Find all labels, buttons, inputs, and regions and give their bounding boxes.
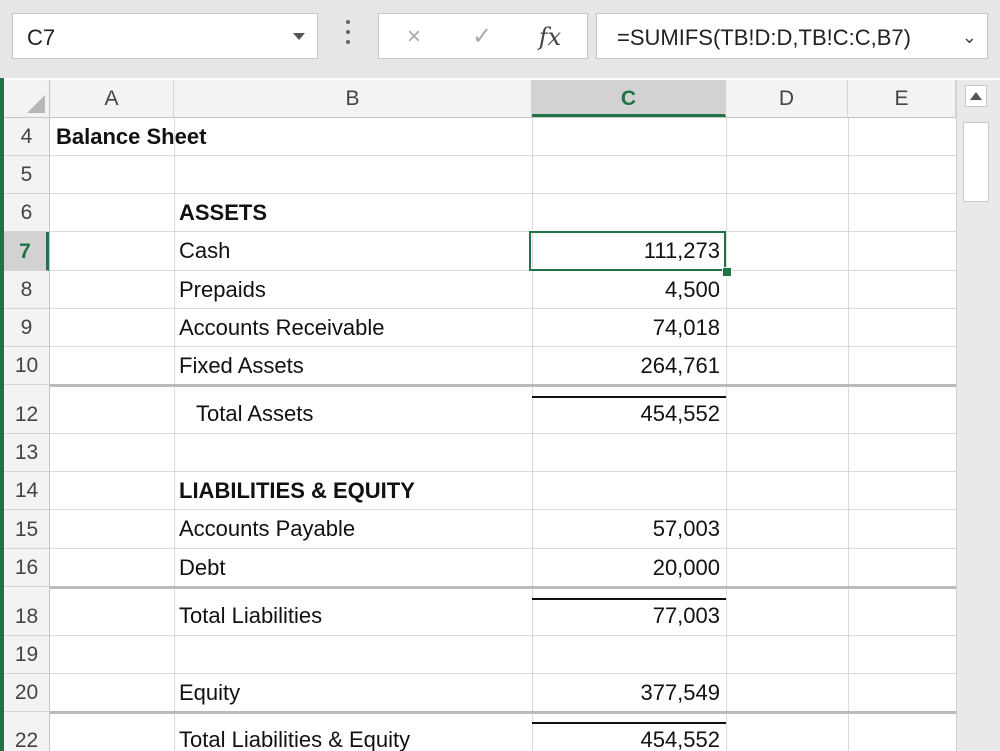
- row-header[interactable]: 14: [4, 472, 49, 510]
- row-header[interactable]: 18: [4, 597, 49, 636]
- cell-b-text: Total Assets: [196, 401, 314, 426]
- scroll-up-icon: [970, 92, 982, 100]
- fill-handle[interactable]: [722, 267, 732, 277]
- row-headers: 4 5 6 7 8 9 10 12 13 14 15 16 18 19 20 22: [4, 118, 50, 751]
- cell-b-text: Total Liabilities: [179, 603, 323, 628]
- row-header[interactable]: 5: [4, 156, 49, 194]
- row-header[interactable]: 9: [4, 309, 49, 347]
- column-header-c[interactable]: C: [532, 80, 726, 117]
- formula-bar-area: C7 × ✓ fx =SUMIFS(TB!D:D,TB!C:C,B7) ⌄: [0, 0, 1000, 78]
- cell-b-text: Fixed Assets: [179, 353, 304, 378]
- cell-c-value: 77,003: [652, 603, 720, 628]
- enter-icon[interactable]: ✓: [465, 21, 499, 53]
- name-box[interactable]: C7: [12, 13, 318, 59]
- name-box-value: C7: [27, 25, 56, 50]
- spreadsheet-window: C7 × ✓ fx =SUMIFS(TB!D:D,TB!C:C,B7) ⌄ AB…: [0, 0, 1000, 751]
- vertical-scrollbar[interactable]: [956, 80, 1000, 751]
- scroll-thumb[interactable]: [963, 122, 989, 202]
- column-header-a[interactable]: A: [50, 80, 174, 117]
- row-header[interactable]: 7: [4, 232, 49, 271]
- name-box-dropdown-icon[interactable]: [293, 33, 305, 40]
- cell-b-text: Equity: [179, 680, 241, 705]
- column-header-b[interactable]: B: [174, 80, 532, 117]
- total-top-border: [532, 396, 726, 398]
- row-header[interactable]: 6: [4, 194, 49, 232]
- row-header[interactable]: 4: [4, 118, 49, 156]
- cell-b-text: Cash: [179, 238, 231, 263]
- row-header[interactable]: 15: [4, 510, 49, 549]
- insert-function-icon[interactable]: fx: [533, 21, 567, 53]
- formula-text: =SUMIFS(TB!D:D,TB!C:C,B7): [617, 25, 911, 50]
- cell-b-text: ASSETS: [179, 200, 268, 225]
- active-cell-selection[interactable]: [529, 231, 726, 271]
- cell-b-text: Accounts Payable: [179, 516, 356, 541]
- gridline: [50, 635, 956, 636]
- cancel-icon[interactable]: ×: [397, 21, 431, 53]
- cell-grid[interactable]: Balance Sheet ASSETS Cash 111,273 Prepaids 4,…: [50, 118, 956, 751]
- gridline: [726, 118, 727, 751]
- cell-b-text: Debt: [179, 555, 226, 580]
- row-header[interactable]: 19: [4, 636, 49, 674]
- column-header-d[interactable]: D: [726, 80, 848, 117]
- more-options-icon[interactable]: [342, 20, 354, 52]
- cell-c-value: 4,500: [664, 277, 720, 302]
- row-header[interactable]: 13: [4, 434, 49, 472]
- total-top-border: [532, 722, 726, 724]
- expand-formula-icon[interactable]: ⌄: [962, 27, 977, 48]
- row-header[interactable]: 12: [4, 395, 49, 434]
- cell-b-text: Prepaids: [179, 277, 266, 302]
- formula-input[interactable]: =SUMIFS(TB!D:D,TB!C:C,B7) ⌄: [596, 13, 988, 59]
- column-header-e[interactable]: E: [848, 80, 956, 117]
- scroll-up-button[interactable]: [965, 85, 987, 107]
- cell-c-value: 20,000: [652, 555, 720, 580]
- cell-b-text: LIABILITIES & EQUITY: [179, 478, 415, 503]
- gridline: [50, 433, 956, 434]
- formula-buttons: × ✓ fx: [378, 13, 588, 59]
- row-header[interactable]: 8: [4, 271, 49, 309]
- row-header[interactable]: 20: [4, 674, 49, 712]
- select-all-button[interactable]: [4, 80, 50, 117]
- column-headers: ABCDE: [4, 80, 956, 118]
- cell-c-value: 57,003: [652, 516, 720, 541]
- total-top-border: [532, 598, 726, 600]
- cell-c-value: 74,018: [652, 315, 720, 340]
- cell-c-value: 454,552: [640, 401, 720, 426]
- row-header[interactable]: 10: [4, 347, 49, 385]
- cell-c-value: 377,549: [640, 680, 720, 705]
- cell-c-value: 264,761: [640, 353, 720, 378]
- gridline: [174, 118, 175, 751]
- cell-b-text: Total Liabilities & Equity: [179, 727, 411, 751]
- gridline: [532, 118, 533, 751]
- gridline: [848, 118, 849, 751]
- row-header[interactable]: 16: [4, 549, 49, 587]
- cell-c-value: 454,552: [640, 727, 720, 751]
- row-header[interactable]: 22: [4, 721, 49, 751]
- cell-b-text: Accounts Receivable: [179, 315, 385, 340]
- cell-a-text: Balance Sheet: [56, 124, 207, 149]
